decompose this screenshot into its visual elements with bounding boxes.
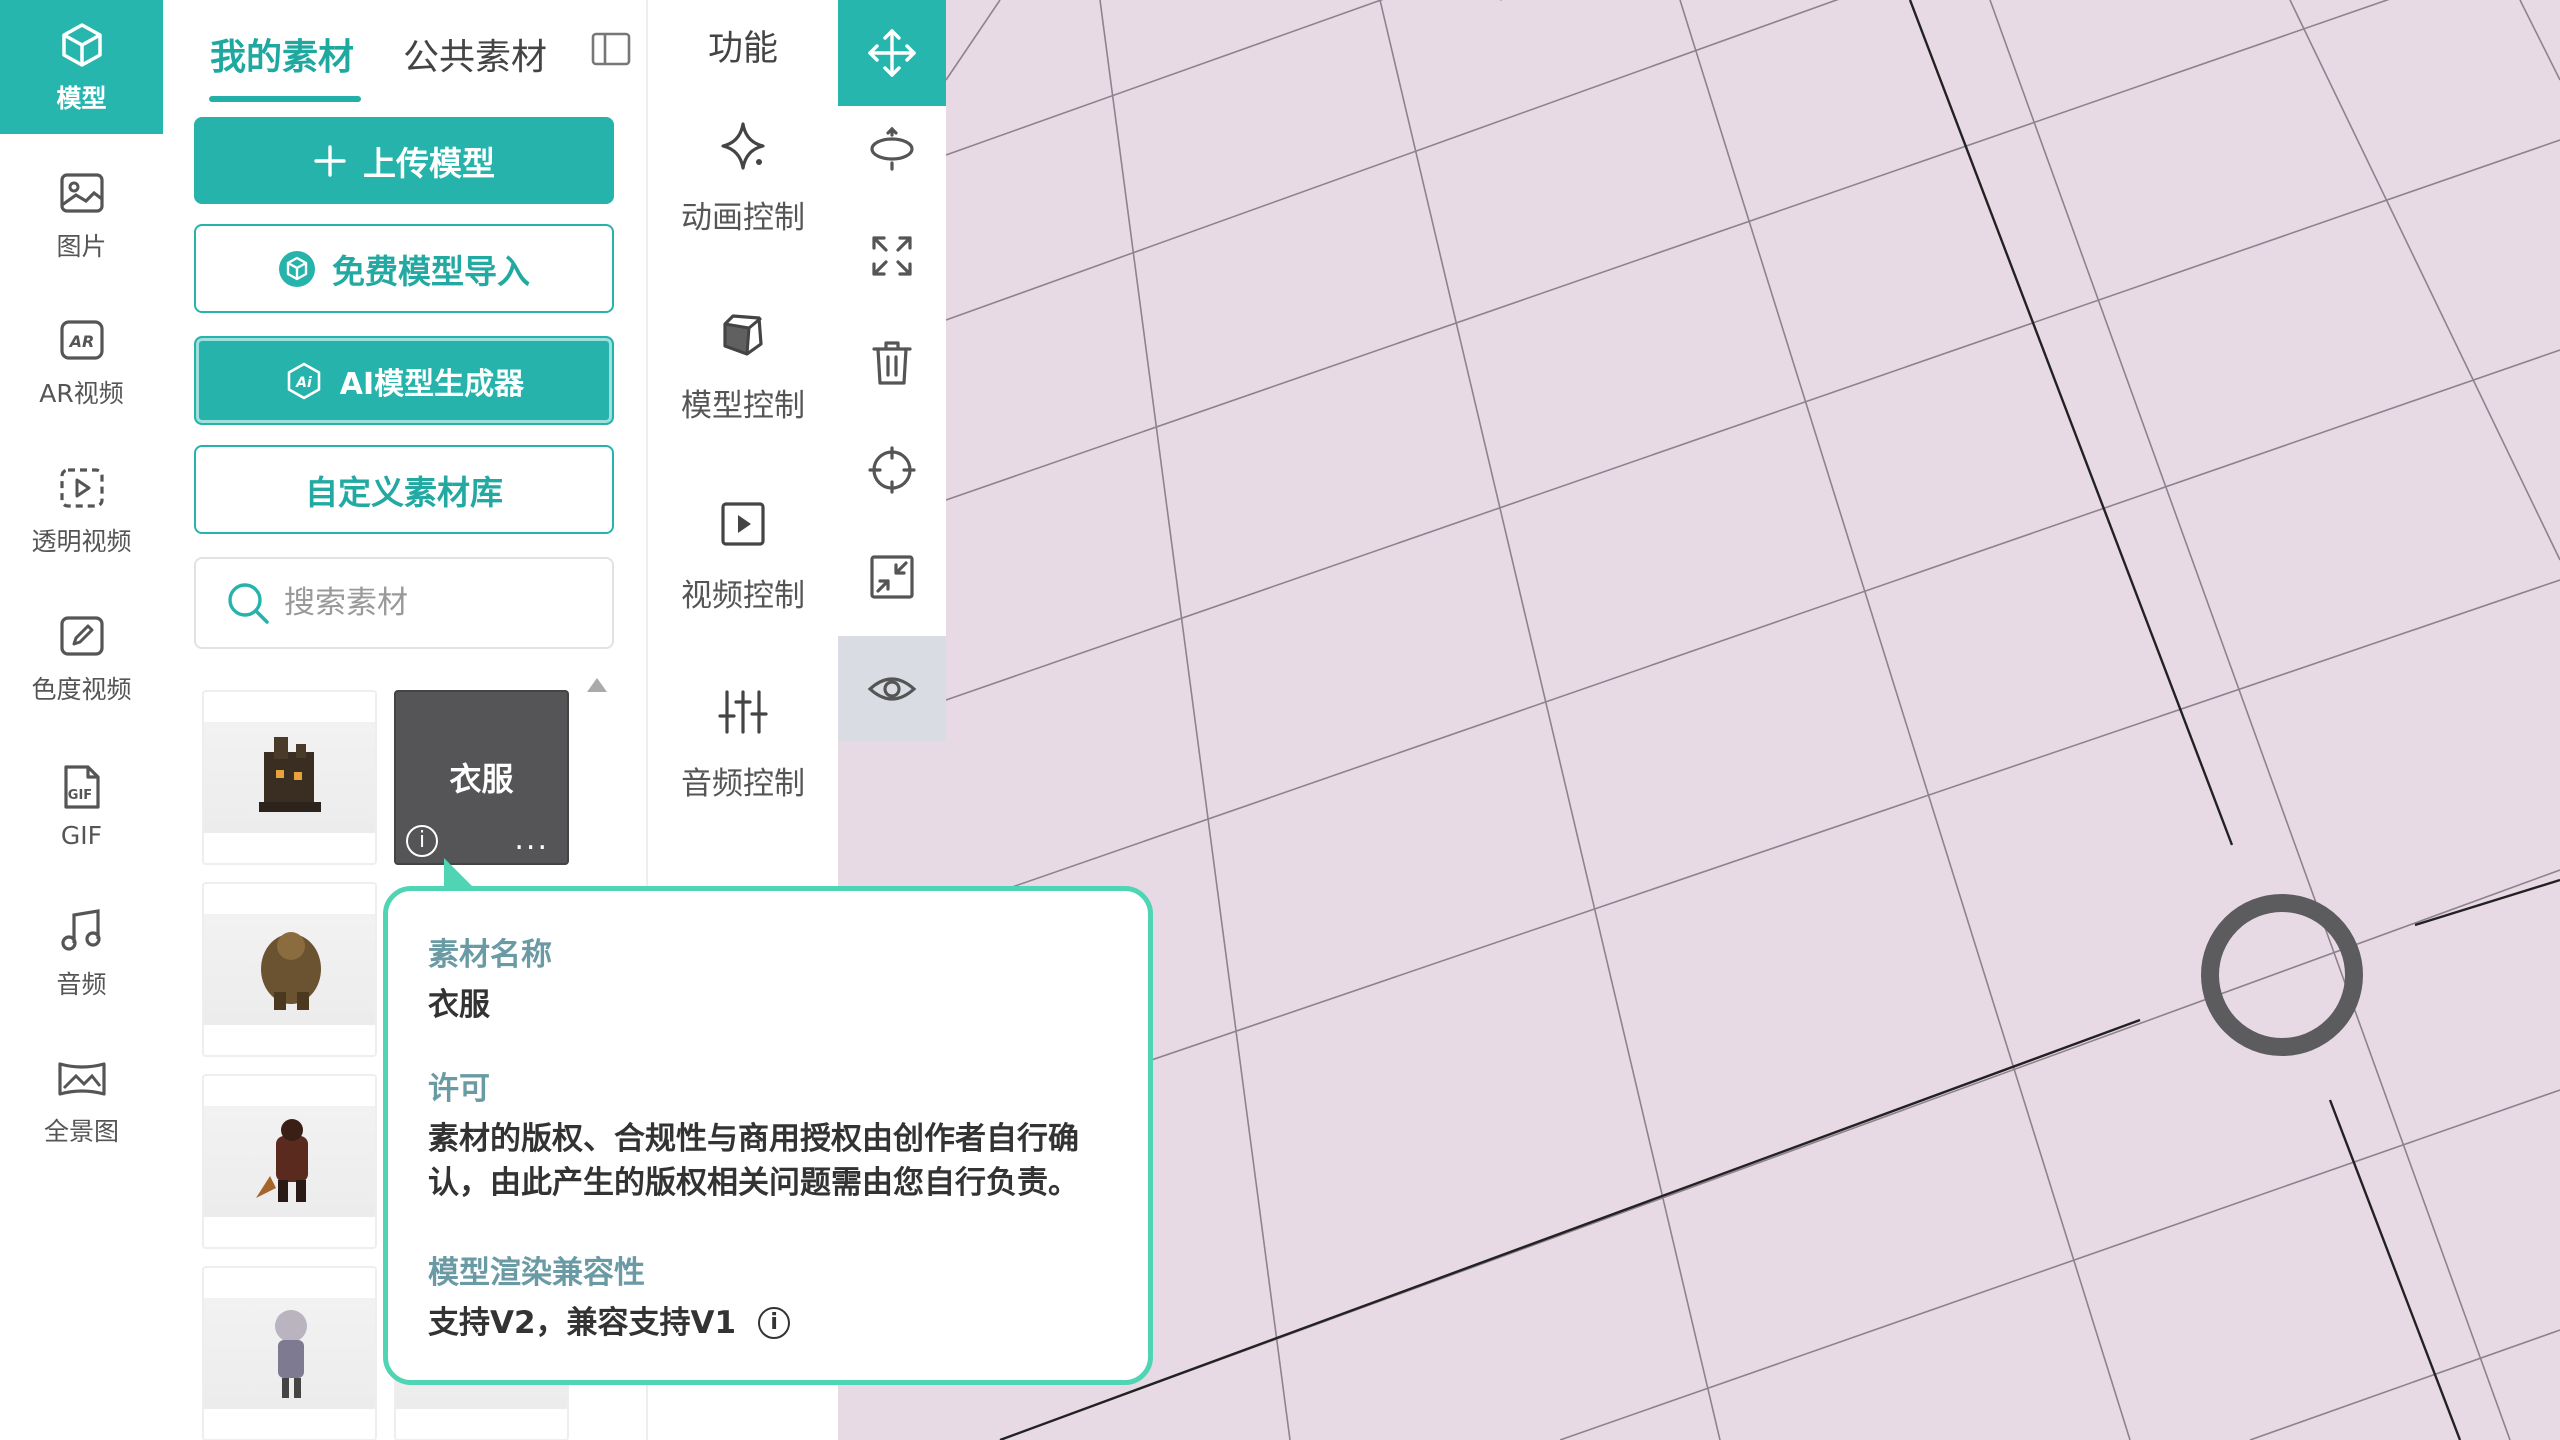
shrink-icon	[870, 555, 914, 599]
nav-label: 色度视频	[31, 675, 132, 704]
search-input[interactable]	[284, 585, 604, 621]
play-icon	[721, 502, 765, 546]
search-box[interactable]	[194, 557, 614, 649]
delete-tool[interactable]	[838, 310, 946, 416]
ai-model-generator-button[interactable]: Ai AI模型生成器	[194, 336, 614, 425]
custom-library-button[interactable]: 自定义素材库	[194, 445, 614, 534]
fullscreen-tool[interactable]	[838, 203, 946, 309]
thumbnail-image	[204, 1298, 375, 1409]
tab-public-materials[interactable]: 公共素材	[403, 28, 547, 80]
scroll-up-arrow[interactable]	[587, 678, 607, 692]
tab-my-materials[interactable]: 我的素材	[210, 28, 354, 80]
active-tab-indicator	[209, 96, 361, 102]
expand-icon	[872, 236, 912, 276]
nav-item-panorama[interactable]: 全景图	[0, 1033, 163, 1167]
model-control-label: 模型控制	[681, 388, 805, 424]
left-nav: 模型 图片 AR AR视频 透明视频 色度视频 GIF GIF 音频 全景图	[0, 0, 163, 1440]
panorama-icon	[57, 1062, 106, 1096]
nav-label: 图片	[56, 232, 107, 261]
nav-label: 模型	[56, 84, 107, 113]
orbit-icon	[870, 126, 914, 171]
nav-item-audio[interactable]: 音频	[0, 886, 163, 1020]
sparkle-icon	[721, 122, 765, 170]
transform-toolbar	[838, 0, 946, 742]
cube-icon	[61, 23, 102, 67]
audio-control[interactable]: 音频控制	[648, 684, 838, 864]
material-thumb[interactable]	[202, 690, 377, 865]
nav-label: 透明视频	[31, 527, 132, 556]
image-icon	[59, 173, 104, 213]
thumb-label: 衣服	[449, 760, 514, 798]
ai-hexagon-icon: Ai	[287, 362, 321, 399]
material-thumb[interactable]	[202, 1074, 377, 1249]
nav-label: GIF	[60, 820, 103, 850]
material-name-heading: 素材名称	[428, 937, 552, 973]
compatibility-value-row: 支持V2，兼容支持V1 i	[428, 1301, 791, 1345]
upload-model-button[interactable]: 上传模型	[194, 117, 614, 204]
video-control[interactable]: 视频控制	[648, 496, 838, 676]
license-heading: 许可	[428, 1071, 490, 1107]
thumbnail-image	[204, 1106, 375, 1217]
nav-label: 音频	[56, 970, 107, 999]
nav-item-model[interactable]: 模型	[0, 0, 163, 134]
material-info-popover: 素材名称 衣服 许可 素材的版权、合规性与商用授权由创作者自行确认，由此产生的版…	[383, 886, 1153, 1385]
thumbnail-image	[204, 914, 375, 1025]
shrink-tool[interactable]	[838, 524, 946, 630]
nav-item-transparent-video[interactable]: 透明视频	[0, 443, 163, 577]
transparent-video-icon	[59, 468, 104, 508]
ai-model-generator-label: AI模型生成器	[339, 366, 525, 402]
gif-icon: GIF	[63, 764, 100, 809]
box-icon	[723, 314, 763, 356]
chroma-video-icon	[59, 616, 104, 656]
function-title: 功能	[707, 29, 778, 69]
free-model-import-button[interactable]: 免费模型导入	[194, 224, 614, 313]
visibility-tool[interactable]	[838, 636, 946, 742]
move-icon	[868, 29, 916, 77]
info-icon[interactable]: i	[758, 1307, 791, 1339]
svg-text:Ai: Ai	[295, 375, 312, 391]
info-icon[interactable]: i	[406, 825, 438, 857]
thumbnail-image	[204, 722, 375, 833]
move-tool[interactable]	[838, 0, 946, 106]
svg-text:GIF: GIF	[67, 788, 91, 803]
audio-control-label: 音频控制	[681, 766, 805, 802]
animation-control[interactable]: 动画控制	[648, 118, 838, 298]
nav-label: 全景图	[43, 1117, 119, 1146]
animation-control-label: 动画控制	[681, 200, 805, 236]
license-text: 素材的版权、合规性与商用授权由创作者自行确认，由此产生的版权相关问题需由您自行负…	[428, 1121, 1079, 1201]
sliders-icon	[718, 690, 768, 734]
crosshair-icon	[868, 446, 916, 494]
nav-item-chroma-video[interactable]: 色度视频	[0, 591, 163, 725]
custom-library-label: 自定义素材库	[305, 472, 503, 512]
video-control-label: 视频控制	[681, 578, 805, 614]
free-model-import-label: 免费模型导入	[332, 251, 530, 291]
compatibility-heading: 模型渲染兼容性	[428, 1255, 645, 1291]
material-thumb-selected[interactable]: 衣服 i ...	[394, 690, 569, 865]
music-icon	[60, 909, 101, 951]
material-thumb[interactable]	[202, 1266, 377, 1440]
trash-icon	[872, 341, 912, 385]
plus-icon	[314, 144, 346, 177]
center-tool[interactable]	[838, 417, 946, 523]
ar-icon: AR	[59, 320, 104, 360]
nav-item-gif[interactable]: GIF GIF	[0, 738, 163, 872]
orbit-tool[interactable]	[838, 96, 946, 202]
nav-item-ar-video[interactable]: AR AR视频	[0, 295, 163, 429]
model-control[interactable]: 模型控制	[648, 306, 838, 486]
material-thumb[interactable]	[202, 882, 377, 1057]
more-icon[interactable]: ...	[514, 822, 549, 857]
cube-badge-icon	[279, 250, 315, 287]
material-name-value: 衣服	[428, 987, 490, 1023]
nav-item-image[interactable]: 图片	[0, 148, 163, 282]
search-icon	[228, 583, 269, 624]
eye-icon	[867, 677, 917, 701]
nav-label: AR视频	[39, 379, 124, 408]
upload-model-label: 上传模型	[363, 143, 495, 183]
compatibility-value: 支持V2，兼容支持V1	[428, 1305, 737, 1341]
panel-collapse-icon[interactable]	[591, 32, 631, 66]
svg-text:AR: AR	[67, 332, 94, 351]
